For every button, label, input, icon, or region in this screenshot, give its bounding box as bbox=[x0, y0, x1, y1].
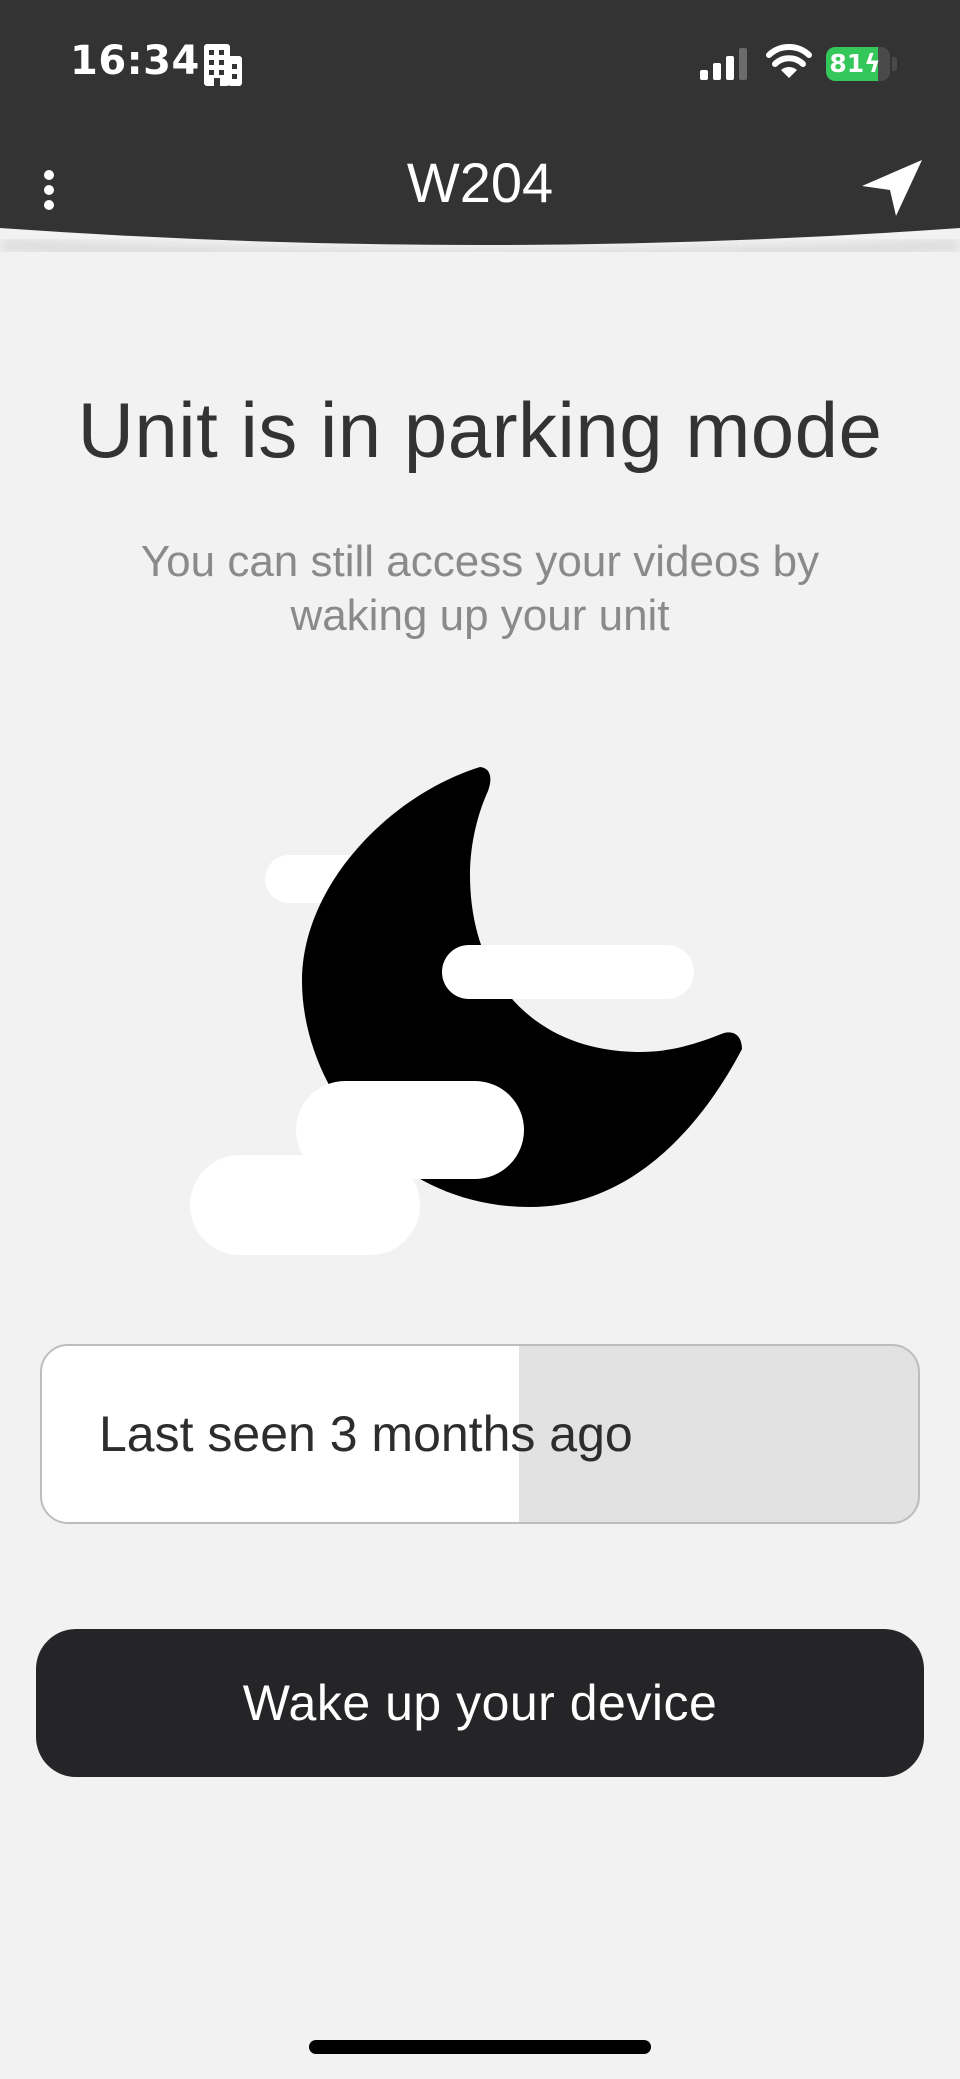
parking-mode-headline: Unit is in parking mode bbox=[77, 386, 883, 474]
battery-percent: 81ϟ bbox=[829, 49, 881, 78]
status-time: 16:34 bbox=[70, 38, 200, 84]
battery-cap bbox=[892, 57, 897, 71]
last-seen-indicator: Last seen 3 months ago bbox=[40, 1344, 920, 1524]
cellular-signal-icon bbox=[700, 48, 747, 80]
navigation-arrow-icon[interactable] bbox=[860, 158, 924, 218]
building-icon bbox=[204, 44, 242, 86]
last-seen-label: Last seen 3 months ago bbox=[99, 1406, 633, 1462]
parking-mode-screen: 16:34 81ϟ W204 Unit is in parking mode Y… bbox=[0, 0, 960, 2079]
moon-clouds-icon bbox=[190, 767, 742, 1255]
home-indicator[interactable] bbox=[309, 2040, 651, 2054]
parking-mode-description: You can still access your videos by waki… bbox=[140, 537, 820, 640]
cloud-middle bbox=[442, 945, 694, 999]
device-name-title: W204 bbox=[406, 151, 554, 214]
battery-charging-icon: 81ϟ bbox=[826, 47, 890, 81]
wake-up-device-button[interactable]: Wake up your device bbox=[36, 1629, 924, 1777]
app-header: 16:34 81ϟ W204 bbox=[0, 0, 960, 252]
cloud-front-lower bbox=[190, 1155, 420, 1255]
wifi-icon bbox=[766, 44, 812, 78]
